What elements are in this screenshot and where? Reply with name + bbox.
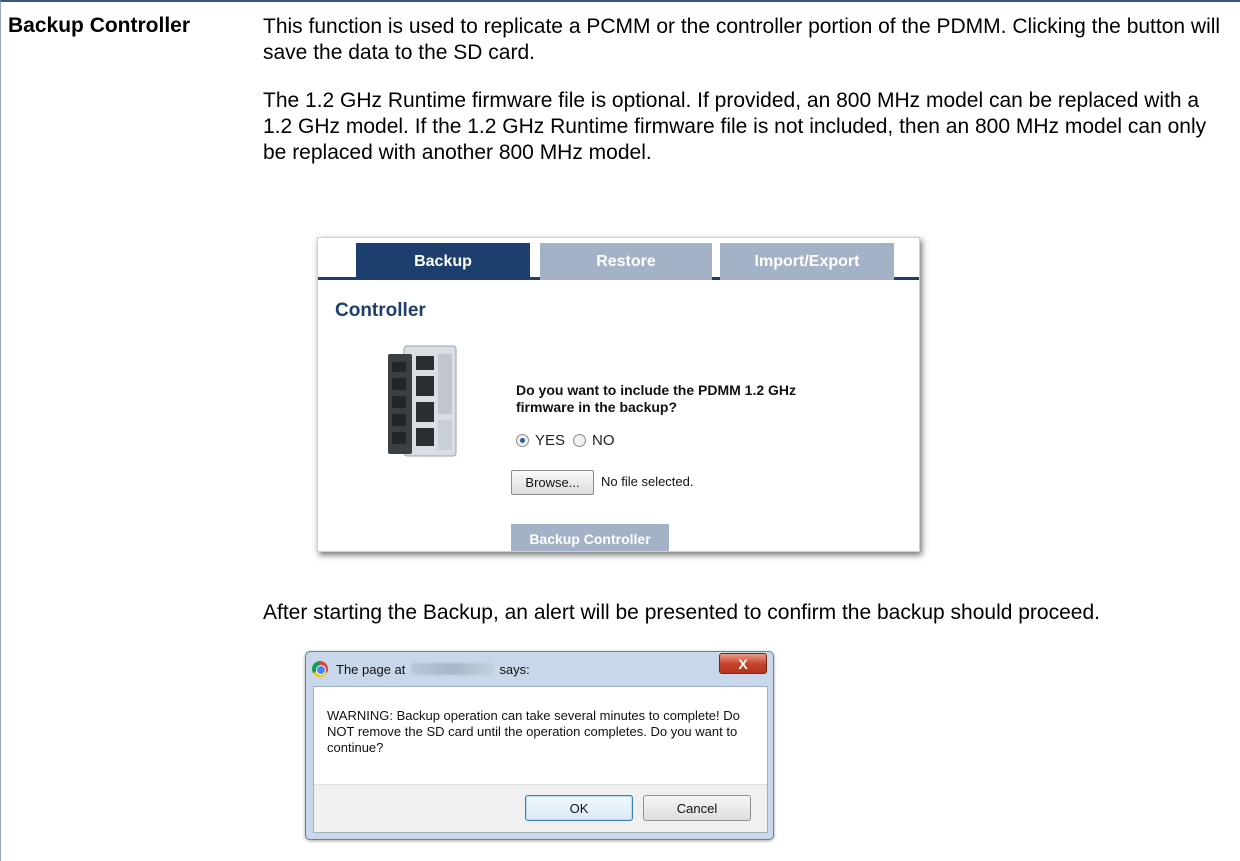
confirm-dialog: The page at says: X WARNING: Backup oper… xyxy=(305,651,774,840)
file-status-text: No file selected. xyxy=(601,474,694,489)
radio-yes[interactable] xyxy=(516,434,529,447)
tab-import-export[interactable]: Import/Export xyxy=(720,243,894,280)
term-label: Backup Controller xyxy=(8,14,191,37)
paragraph-alert-note: After starting the Backup, an alert will… xyxy=(263,601,1100,624)
paragraph-description: This function is used to replicate a PCM… xyxy=(263,15,1221,64)
radio-no-label: NO xyxy=(592,432,615,449)
backup-screenshot: Backup Restore Import/Export Controller … xyxy=(317,237,920,552)
backup-controller-button[interactable]: Backup Controller xyxy=(511,524,669,551)
dialog-body: WARNING: Backup operation can take sever… xyxy=(313,686,768,833)
section-title: Controller xyxy=(335,300,426,321)
paragraph-firmware-note: The 1.2 GHz Runtime firmware file is opt… xyxy=(263,89,1207,164)
ok-button[interactable]: OK xyxy=(525,795,633,821)
radio-yes-label: YES xyxy=(535,432,566,449)
radio-no[interactable] xyxy=(573,434,587,447)
browse-button[interactable]: Browse... xyxy=(511,470,594,495)
tab-restore[interactable]: Restore xyxy=(540,243,712,280)
tab-backup[interactable]: Backup xyxy=(356,243,530,280)
redacted-address xyxy=(411,663,494,675)
chrome-browser-icon xyxy=(312,661,328,677)
dialog-message: WARNING: Backup operation can take sever… xyxy=(327,708,740,755)
dialog-title-suffix: says: xyxy=(499,661,530,677)
controller-device-image xyxy=(388,345,457,457)
cancel-button[interactable]: Cancel xyxy=(643,795,751,821)
dialog-title-prefix: The page at xyxy=(336,661,406,677)
firmware-question: Do you want to include the PDMM 1.2 GHz … xyxy=(516,382,797,415)
tab-bar: Backup Restore Import/Export xyxy=(318,238,919,280)
dialog-footer: OK Cancel xyxy=(314,784,767,832)
close-icon[interactable]: X xyxy=(719,653,767,674)
firmware-radio-group: YES NO xyxy=(516,432,623,449)
dialog-title-bar: The page at says: xyxy=(312,658,530,680)
